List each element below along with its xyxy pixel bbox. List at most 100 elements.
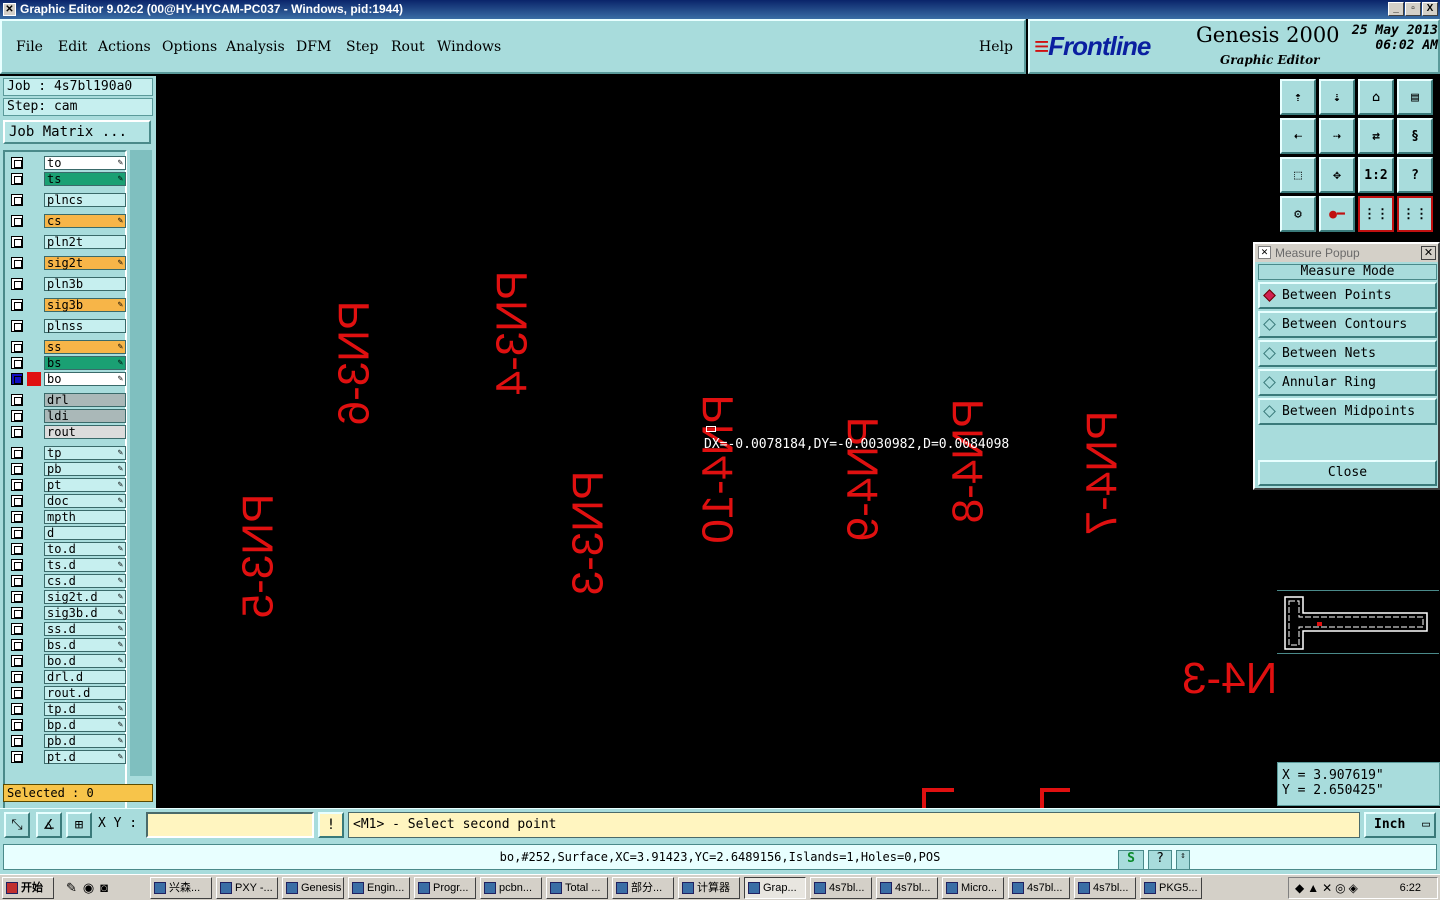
layer-name[interactable]: ss.d ✎ xyxy=(44,622,126,636)
layer-row[interactable]: pln2t xyxy=(8,235,126,249)
layer-name[interactable]: ts ✎ xyxy=(44,172,126,186)
taskbar-item[interactable]: 4s7bl... xyxy=(810,877,872,899)
taskbar-item[interactable]: 计算器 xyxy=(678,877,740,899)
menu-step[interactable]: Step xyxy=(346,39,378,55)
help-button[interactable]: ? xyxy=(1397,157,1433,193)
angle-snap-icon[interactable]: ∡ xyxy=(36,812,62,838)
overview-minimap[interactable] xyxy=(1277,590,1439,654)
layer-checkbox[interactable] xyxy=(11,719,23,731)
layer-row[interactable]: d xyxy=(8,526,126,540)
select-icon[interactable]: S xyxy=(1118,850,1144,870)
layer-checkbox[interactable] xyxy=(11,543,23,555)
layer-row[interactable]: drl.d xyxy=(8,670,126,684)
tray-icons[interactable]: ◆▲✕◎◈ xyxy=(1295,878,1361,898)
layer-name[interactable]: plncs xyxy=(44,193,126,207)
layer-checkbox[interactable] xyxy=(11,157,23,169)
option-between-contours[interactable]: Between Contours xyxy=(1258,311,1437,338)
layer-checkbox[interactable] xyxy=(11,426,23,438)
layer-row[interactable]: to ✎ xyxy=(8,156,126,170)
layer-name[interactable]: pt ✎ xyxy=(44,478,126,492)
layer-row[interactable]: sig2t ✎ xyxy=(8,256,126,270)
layer-checkbox[interactable] xyxy=(11,341,23,353)
layer-name[interactable]: ts.d ✎ xyxy=(44,558,126,572)
layer-row[interactable]: pb.d ✎ xyxy=(8,734,126,748)
layer-row[interactable]: bo.d ✎ xyxy=(8,654,126,668)
layer-checkbox[interactable] xyxy=(11,575,23,587)
layer-checkbox[interactable] xyxy=(11,623,23,635)
layer-checkbox[interactable] xyxy=(11,671,23,683)
layer-checkbox[interactable] xyxy=(11,703,23,715)
layer-name[interactable]: rout xyxy=(44,425,126,439)
measure-icon[interactable]: ●━ xyxy=(1319,196,1355,232)
layer-row[interactable]: sig2t.d ✎ xyxy=(8,590,126,604)
menu-dfm[interactable]: DFM xyxy=(296,39,331,55)
layer-checkbox[interactable] xyxy=(11,511,23,523)
taskbar-item[interactable]: pcbn... xyxy=(480,877,542,899)
taskbar-item[interactable]: Total ... xyxy=(546,877,608,899)
taskbar-item[interactable]: PXY -... xyxy=(216,877,278,899)
grid-icon[interactable]: ⊞ xyxy=(66,812,92,838)
layer-name[interactable]: bo ✎ xyxy=(44,372,126,386)
layer-name[interactable]: cs.d ✎ xyxy=(44,574,126,588)
layer-name[interactable]: plnss xyxy=(44,319,126,333)
layer-row[interactable]: ldi xyxy=(8,409,126,423)
layer-checkbox[interactable] xyxy=(11,215,23,227)
layer-name[interactable]: ss ✎ xyxy=(44,340,126,354)
option-between-midpoints[interactable]: Between Midpoints xyxy=(1258,398,1437,425)
info-button[interactable]: ! xyxy=(318,812,344,838)
net-toggle-icon[interactable]: ⋮⋮ xyxy=(1397,196,1433,232)
close-window-button[interactable]: X xyxy=(1422,2,1438,16)
pan-left-icon[interactable]: ⇠ xyxy=(1280,118,1316,154)
layer-row[interactable]: bs ✎ xyxy=(8,356,126,370)
layer-row[interactable]: doc ✎ xyxy=(8,494,126,508)
popup-close-icon[interactable]: ✕ xyxy=(1421,246,1436,260)
zoom-top-icon[interactable]: ⇡ xyxy=(1280,79,1316,115)
taskbar-item[interactable]: Micro... xyxy=(942,877,1004,899)
layer-name[interactable]: sig2t.d ✎ xyxy=(44,590,126,604)
layer-checkbox[interactable] xyxy=(11,447,23,459)
layer-name[interactable]: pb.d ✎ xyxy=(44,734,126,748)
layer-row[interactable]: tp ✎ xyxy=(8,446,126,460)
layer-name[interactable]: bp.d ✎ xyxy=(44,718,126,732)
layer-checkbox[interactable] xyxy=(11,559,23,571)
layer-name[interactable]: pb ✎ xyxy=(44,462,126,476)
taskbar-item-active[interactable]: Grap... xyxy=(744,877,806,899)
layer-row[interactable]: plncs xyxy=(8,193,126,207)
layer-checkbox[interactable] xyxy=(11,479,23,491)
layer-name[interactable]: to.d ✎ xyxy=(44,542,126,556)
layer-row[interactable]: ss.d ✎ xyxy=(8,622,126,636)
layer-checkbox[interactable] xyxy=(11,173,23,185)
layer-row[interactable]: cs ✎ xyxy=(8,214,126,228)
layer-name[interactable]: bo.d ✎ xyxy=(44,654,126,668)
layer-checkbox[interactable] xyxy=(11,751,23,763)
layer-checkbox[interactable] xyxy=(11,394,23,406)
menu-file[interactable]: File xyxy=(16,39,43,55)
graphic-canvas[interactable]: PN3-5 PN3-6 PN3-4 PN3-3 PN4-10 PN4-9 PN4… xyxy=(156,76,1276,808)
settings-icon[interactable]: ⚙ xyxy=(1280,196,1316,232)
option-between-nets[interactable]: Between Nets xyxy=(1258,340,1437,367)
layer-name[interactable]: tp ✎ xyxy=(44,446,126,460)
menu-windows[interactable]: Windows xyxy=(437,39,501,55)
layer-name[interactable]: doc ✎ xyxy=(44,494,126,508)
layer-checkbox[interactable] xyxy=(11,373,23,385)
layer-row[interactable]: bp.d ✎ xyxy=(8,718,126,732)
units-selector[interactable]: Inch ▭ xyxy=(1364,812,1436,838)
zoom-center-icon[interactable]: ✥ xyxy=(1319,157,1355,193)
popup-close-button[interactable]: Close xyxy=(1258,460,1437,486)
layer-name[interactable]: bs ✎ xyxy=(44,356,126,370)
layer-checkbox[interactable] xyxy=(11,257,23,269)
layer-row[interactable]: plnss xyxy=(8,319,126,333)
taskbar-item[interactable]: Engin... xyxy=(348,877,410,899)
layer-name[interactable]: drl xyxy=(44,393,126,407)
layer-name[interactable]: pt.d ✎ xyxy=(44,750,126,764)
layer-checkbox[interactable] xyxy=(11,655,23,667)
layer-checkbox[interactable] xyxy=(11,357,23,369)
snap-mode-icon[interactable]: ⤡ xyxy=(4,812,30,838)
mirror-icon[interactable]: ⇄ xyxy=(1358,118,1394,154)
option-between-points[interactable]: Between Points xyxy=(1258,282,1437,309)
taskbar-item[interactable]: 4s7bl... xyxy=(1074,877,1136,899)
taskbar-item[interactable]: 部分... xyxy=(612,877,674,899)
layer-checkbox[interactable] xyxy=(11,591,23,603)
taskbar-item[interactable]: 4s7bl... xyxy=(876,877,938,899)
layer-row[interactable]: ss ✎ xyxy=(8,340,126,354)
